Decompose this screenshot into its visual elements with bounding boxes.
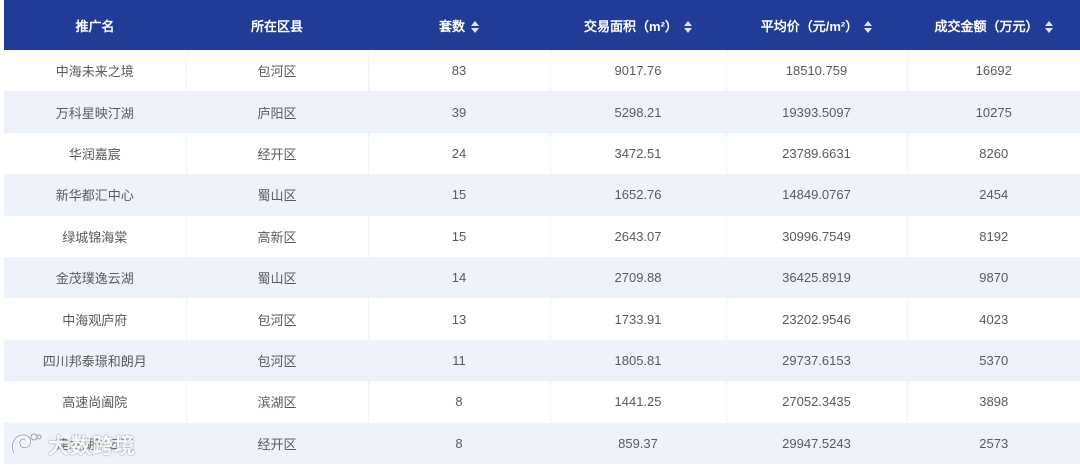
column-header-amount[interactable]: 成交金额（万元） [907,0,1080,50]
cell-units: 39 [368,91,551,133]
column-header-district: 所在区县 [186,0,368,50]
cell-district: 包河区 [186,50,369,92]
cell-amount: 2573 [979,435,1009,451]
sort-icon[interactable] [471,21,479,34]
cell-district: 高新区 [186,215,369,257]
cell-district: 包河区 [186,339,369,382]
cell-area: 2643.07 [550,215,727,257]
cell-units: 24 [368,132,551,175]
column-header-label: 平均价（元/m²） [760,18,859,34]
cell-name: 绿城锦海棠 [4,215,187,257]
data-table: 推广名 所在区县 套数 交易面积（m²） 平均价（元/m²） 成交金额（万元） … [4,0,1080,464]
column-header-label: 成交金额（万元） [934,18,1039,34]
cell-area: 2709.88 [550,256,727,299]
cell-units: 8 [368,381,551,423]
column-header-units[interactable]: 套数 [368,0,550,50]
cell-district: 包河区 [186,298,369,340]
column-header-label: 套数 [438,18,465,34]
column-header-label: 交易面积（m²） [584,18,678,34]
cell-amount: 16692 [975,63,1012,79]
cell-units: 14 [368,256,551,299]
cell-avg-price: 18510.759 [726,50,908,92]
table-row: 万科星映汀湖 庐阳区 39 5298.21 19393.5097 10275 [4,91,1080,133]
column-header-label: 所在区县 [250,18,303,34]
table-row: 四川邦泰璟和朗月 包河区 11 1805.81 29737.6153 5370 [4,339,1080,382]
cell-name: 高速尚阖院 [4,381,187,423]
cell-name: 中海观庐府 [4,298,187,340]
table-row: 高速尚阖院 滨湖区 8 1441.25 27052.3435 3898 [4,381,1080,423]
cell-area: 1652.76 [550,174,727,216]
cell-avg-price: 36425.8919 [726,256,908,299]
cell-avg-price: 27052.3435 [726,381,908,423]
column-header-area[interactable]: 交易面积（m²） [550,0,726,50]
cell-amount: 5370 [979,352,1009,368]
cell-area: 9017.76 [550,50,727,92]
cell-area: 3472.51 [550,132,727,175]
cell-avg-price: 29947.5243 [726,422,908,464]
cell-district: 蜀山区 [186,256,369,299]
cell-amount: 9870 [979,270,1009,286]
cell-district: 蜀山区 [186,174,369,216]
table-row: 建发湖畔云璟 经开区 8 859.37 29947.5243 2573 [4,422,1080,464]
cell-name: 华润嘉宸 [4,132,187,175]
cell-name: 四川邦泰璟和朗月 [4,339,187,382]
cell-name: 万科星映汀湖 [4,91,187,133]
table-row: 华润嘉宸 经开区 24 3472.51 23789.6631 8260 [4,132,1080,175]
cell-area: 1805.81 [550,339,727,382]
column-header-avg-price[interactable]: 平均价（元/m²） [726,0,907,50]
cell-district: 庐阳区 [186,91,369,133]
cell-area: 1733.91 [550,298,727,340]
cell-amount: 8260 [979,145,1009,161]
cell-area: 859.37 [550,422,727,464]
table-row: 金茂璞逸云湖 蜀山区 14 2709.88 36425.8919 9870 [4,256,1080,299]
cell-avg-price: 30996.7549 [726,215,908,257]
sort-icon[interactable] [864,21,873,34]
cell-units: 83 [368,50,551,92]
cell-units: 15 [368,174,551,216]
cell-amount: 3898 [979,394,1009,410]
table-row: 新华都汇中心 蜀山区 15 1652.76 14849.0767 2454 [4,174,1080,216]
table-header-row: 推广名 所在区县 套数 交易面积（m²） 平均价（元/m²） 成交金额（万元） [4,0,1080,50]
cell-area: 5298.21 [550,91,727,133]
cell-amount: 8192 [979,228,1009,244]
table-row: 中海未来之境 包河区 83 9017.76 18510.759 16692 [4,50,1080,92]
table-row: 绿城锦海棠 高新区 15 2643.07 30996.7549 8192 [4,215,1080,257]
cell-area: 1441.25 [550,381,727,423]
cell-avg-price: 23789.6631 [726,132,908,175]
cell-district: 经开区 [186,422,369,464]
table-row: 中海观庐府 包河区 13 1733.91 23202.9546 4023 [4,298,1080,340]
cell-amount: 4023 [979,311,1009,327]
cell-name: 金茂璞逸云湖 [4,256,187,299]
cell-units: 15 [368,215,551,257]
cell-avg-price: 23202.9546 [726,298,908,340]
cell-name: 新华都汇中心 [4,174,187,216]
cell-avg-price: 29737.6153 [726,339,908,382]
sort-icon[interactable] [683,21,692,34]
cell-avg-price: 19393.5097 [726,91,908,133]
cell-district: 滨湖区 [186,381,369,423]
cell-district: 经开区 [186,132,369,175]
cell-amount: 10275 [975,104,1012,120]
cell-avg-price: 14849.0767 [726,174,908,216]
column-header-label: 推广名 [75,18,115,34]
column-header-name: 推广名 [4,0,186,50]
cell-units: 8 [368,422,551,464]
cell-units: 13 [368,298,551,340]
cell-name: 建发湖畔云璟 [4,422,187,464]
cell-amount: 2454 [979,187,1009,203]
sort-icon[interactable] [1044,21,1053,34]
cell-units: 11 [368,339,551,382]
cell-name: 中海未来之境 [4,50,187,92]
